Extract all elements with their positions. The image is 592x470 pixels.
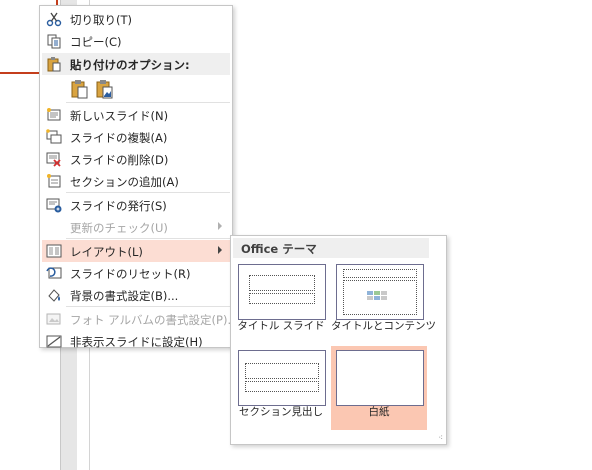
menu-separator: [66, 102, 230, 103]
title-placeholder: [245, 363, 319, 379]
layout-title-and-content[interactable]: タイトルとコンテンツ: [331, 260, 436, 344]
photo-album-icon: [46, 313, 61, 325]
menu-item-reset-slide[interactable]: スライドのリセット(R): [42, 262, 230, 284]
menu-separator: [66, 192, 230, 193]
layout-name: タイトルとコンテンツ: [331, 320, 436, 332]
content-icons: [367, 291, 387, 300]
menu-item-hide-slide[interactable]: 非表示スライドに設定(H): [42, 330, 230, 352]
paste-keep-format-icon[interactable]: [69, 78, 91, 100]
menu-item-label: 切り取り(T): [70, 13, 132, 27]
menu-item-add-section[interactable]: セクションの追加(A): [42, 170, 230, 192]
new-slide-icon: [47, 108, 61, 121]
add-section-icon: [47, 174, 61, 188]
menu-item-label: 更新のチェック(U): [70, 221, 168, 235]
menu-item-label: フォト アルバムの書式設定(P)...: [70, 313, 239, 327]
menu-item-label: セクションの追加(A): [70, 175, 179, 189]
menu-item-label: コピー(C): [70, 35, 122, 49]
menu-item-delete-slide[interactable]: スライドの削除(D): [42, 148, 230, 170]
menu-item-label: レイアウト(L): [70, 245, 143, 259]
format-background-icon: [48, 289, 60, 302]
title-placeholder: [249, 275, 315, 291]
menu-separator: [66, 306, 230, 307]
layout-submenu-header: Office テーマ: [233, 238, 429, 258]
theme-name: Office テーマ: [241, 242, 317, 256]
layout-thumbnail: [336, 350, 424, 406]
resize-grip-icon[interactable]: ⁖: [438, 433, 443, 442]
layout-thumbnail: [336, 264, 424, 320]
context-menu: 切り取り(T) コピー(C) 貼り付けのオプション: 新しいスライド(N) スラ…: [39, 5, 238, 349]
reset-slide-icon: [46, 267, 62, 279]
subtitle-placeholder: [249, 293, 315, 304]
menu-item-label: 非表示スライドに設定(H): [70, 335, 203, 349]
copy-icon: [47, 34, 61, 49]
layout-submenu: Office テーマ タイトル スライド タイトルとコンテンツ セクション見出し…: [230, 235, 447, 445]
menu-item-publish-slides[interactable]: スライドの発行(S): [42, 194, 230, 216]
menu-item-cut[interactable]: 切り取り(T): [42, 8, 230, 30]
menu-item-photo-album: フォト アルバムの書式設定(P)...: [42, 308, 238, 330]
submenu-arrow-icon: [218, 246, 222, 254]
hide-slide-icon: [46, 335, 62, 348]
menu-item-label: スライドの削除(D): [70, 153, 169, 167]
scissors-icon: [46, 12, 62, 27]
menu-item-new-slide[interactable]: 新しいスライド(N): [42, 104, 230, 126]
paste-options-header: 貼り付けのオプション:: [42, 53, 230, 75]
paste-as-picture-icon[interactable]: [94, 78, 116, 100]
paste-icon: [47, 57, 61, 72]
layout-thumbnail: [238, 350, 326, 406]
title-placeholder: [343, 269, 417, 278]
layout-section-header[interactable]: セクション見出し: [233, 346, 329, 430]
menu-item-duplicate-slide[interactable]: スライドの複製(A): [42, 126, 230, 148]
menu-item-label: 新しいスライド(N): [70, 109, 169, 123]
delete-slide-icon: [46, 152, 61, 167]
menu-item-copy[interactable]: コピー(C): [42, 30, 230, 52]
layout-title-slide[interactable]: タイトル スライド: [233, 260, 329, 344]
layout-name: 白紙: [368, 406, 390, 418]
menu-item-label: 背景の書式設定(B)...: [70, 289, 179, 303]
duplicate-slide-icon: [46, 129, 62, 144]
menu-item-check-updates: 更新のチェック(U): [42, 216, 230, 238]
submenu-arrow-icon: [218, 222, 222, 230]
layout-blank[interactable]: 白紙: [331, 346, 427, 430]
layout-name: タイトル スライド: [237, 320, 325, 332]
menu-item-label: スライドの発行(S): [70, 199, 167, 213]
paste-options-label: 貼り付けのオプション:: [70, 58, 190, 72]
menu-item-label: スライドのリセット(R): [70, 267, 191, 281]
menu-item-layout[interactable]: レイアウト(L): [42, 240, 230, 262]
layout-name: セクション見出し: [239, 406, 323, 418]
layout-thumbnail: [238, 264, 326, 320]
text-placeholder: [245, 381, 319, 392]
menu-item-label: スライドの複製(A): [70, 131, 168, 145]
layout-icon: [46, 244, 62, 258]
publish-slides-icon: [46, 198, 62, 213]
menu-separator: [66, 238, 230, 239]
menu-item-format-background[interactable]: 背景の書式設定(B)...: [42, 284, 230, 306]
